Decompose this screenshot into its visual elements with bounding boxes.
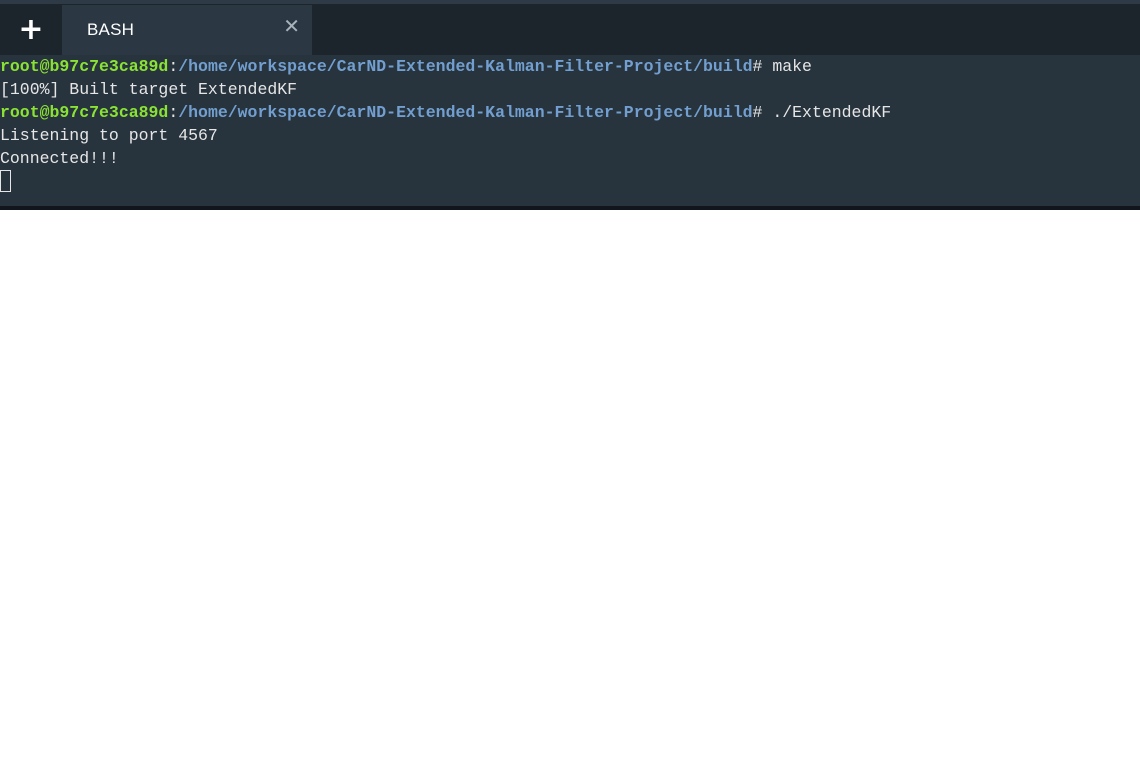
terminal-line: root@b97c7e3ca89d:/home/workspace/CarND-… [0,101,1140,124]
terminal-line: Connected!!! [0,147,1140,170]
terminal-line: [100%] Built target ExtendedKF [0,78,1140,101]
command-text: make [762,57,812,76]
prompt-path: /home/workspace/CarND-Extended-Kalman-Fi… [178,103,753,122]
terminal-line: root@b97c7e3ca89d:/home/workspace/CarND-… [0,55,1140,78]
close-icon[interactable]: ✕ [283,14,300,38]
output-text: [100%] Built target ExtendedKF [0,80,298,99]
terminal-cursor [0,169,11,192]
tab-bar: + BASH ✕ [0,4,1140,55]
terminal-window: + BASH ✕ root@b97c7e3ca89d:/home/workspa… [0,0,1140,210]
output-text: Listening to port 4567 [0,126,218,145]
terminal-cursor-line [0,169,1140,193]
prompt-colon: : [168,103,179,122]
terminal-output[interactable]: root@b97c7e3ca89d:/home/workspace/CarND-… [0,55,1140,206]
prompt-path: /home/workspace/CarND-Extended-Kalman-Fi… [178,57,753,76]
prompt-user: root@b97c7e3ca89d [0,103,169,122]
plus-icon[interactable]: + [18,12,43,47]
prompt-hash: # [752,103,763,122]
tab-label: BASH [87,20,135,39]
terminal-line: Listening to port 4567 [0,124,1140,147]
prompt-hash: # [752,57,763,76]
window-bottom-border [0,206,1140,210]
output-text: Connected!!! [0,149,119,168]
tab-bash[interactable]: BASH ✕ [62,5,312,55]
command-text: ./ExtendedKF [762,103,892,122]
prompt-colon: : [168,57,179,76]
new-tab-button[interactable]: + [0,4,62,55]
prompt-user: root@b97c7e3ca89d [0,57,169,76]
